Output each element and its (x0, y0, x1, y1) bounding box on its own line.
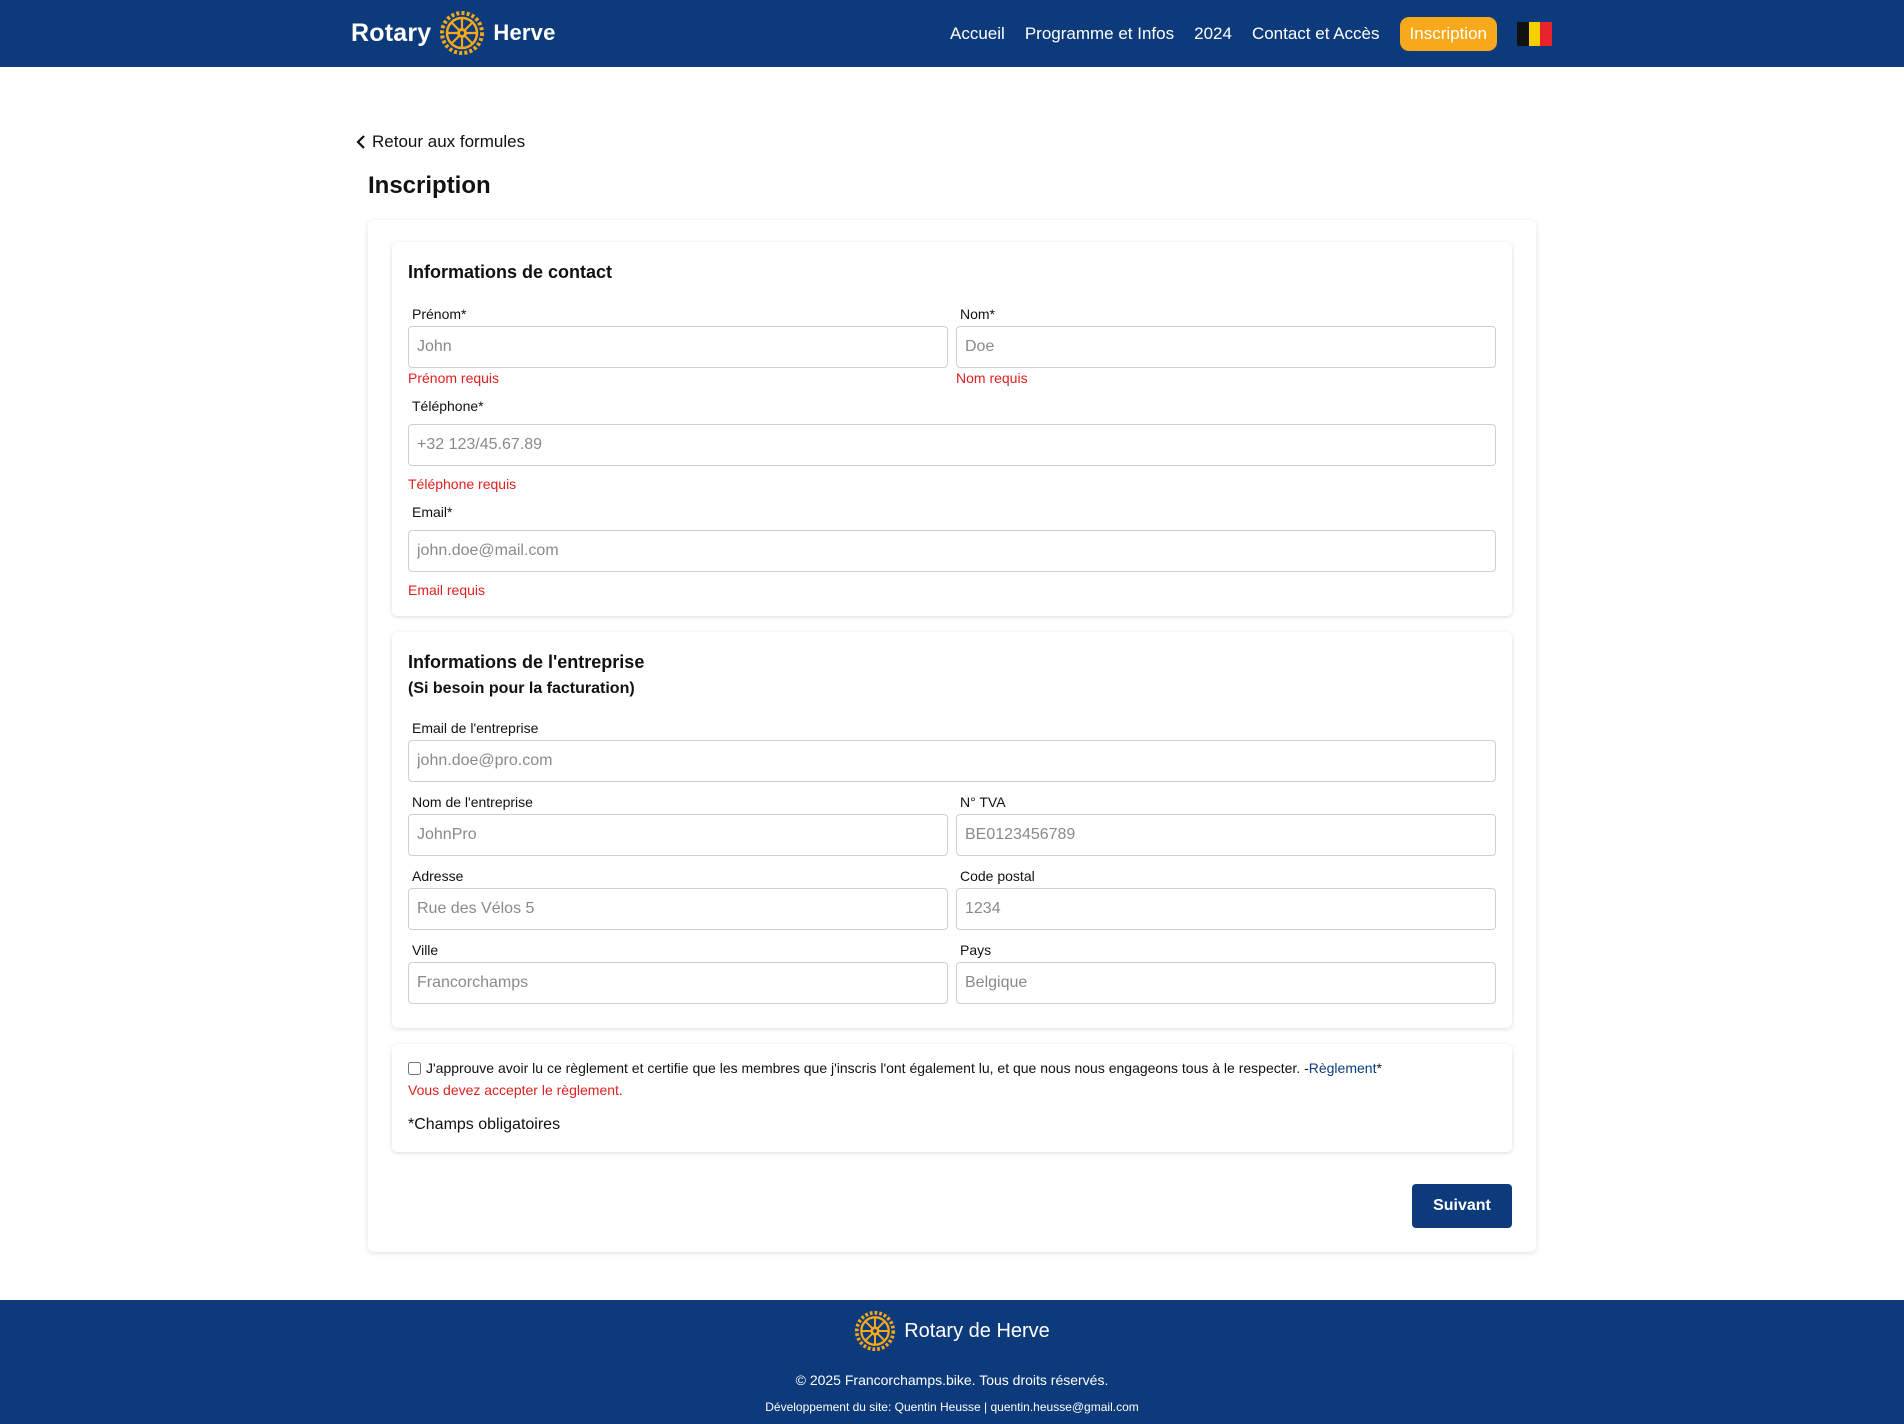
zip-input[interactable] (956, 888, 1496, 930)
nav-programme[interactable]: Programme et Infos (1025, 24, 1174, 44)
country-input[interactable] (956, 962, 1496, 1004)
company-section-subtitle: (Si besoin pour la facturation) (408, 680, 635, 697)
zip-label: Code postal (960, 868, 1035, 884)
company-email-label: Email de l'entreprise (412, 720, 539, 736)
agreement-row: J'approuve avoir lu ce règlement et cert… (408, 1060, 1382, 1076)
footer-copyright: © 2025 Francorchamps.bike. Tous droits r… (795, 1372, 1109, 1388)
top-navbar: Rotary Herve Accueil Programme et Infos … (0, 0, 1904, 67)
contact-section: Informations de contact Prénom* Prénom r… (392, 242, 1512, 616)
agreement-asterisk: * (1376, 1060, 1382, 1076)
firstname-input[interactable] (408, 326, 948, 368)
chevron-left-icon (356, 135, 365, 149)
agreement-checkbox[interactable] (408, 1061, 421, 1075)
firstname-error: Prénom requis (408, 370, 500, 386)
agreement-text: J'approuve avoir lu ce règlement et cert… (426, 1060, 1309, 1076)
phone-input[interactable] (408, 424, 1496, 466)
phone-error: Téléphone requis (408, 476, 517, 492)
city-input[interactable] (408, 962, 948, 1004)
agreement-section: J'approuve avoir lu ce règlement et cert… (392, 1044, 1512, 1152)
city-label: Ville (412, 942, 439, 958)
back-link-label: Retour aux formules (372, 132, 526, 151)
email-error: Email requis (408, 582, 486, 598)
rotary-wheel-icon (440, 11, 485, 55)
vat-input[interactable] (956, 814, 1496, 856)
email-label: Email* (412, 504, 453, 520)
page-title: Inscription (368, 172, 491, 199)
footer: Rotary de Herve © 2025 Francorchamps.bik… (0, 1300, 1904, 1424)
vat-label: N° TVA (960, 794, 1006, 810)
nav-contact[interactable]: Contact et Accès (1252, 24, 1380, 44)
company-name-input[interactable] (408, 814, 948, 856)
phone-label: Téléphone* (412, 398, 484, 414)
country-label: Pays (960, 942, 992, 958)
nav-accueil[interactable]: Accueil (950, 24, 1005, 44)
contact-section-title: Informations de contact (408, 262, 613, 282)
brand-word-right: Herve (493, 20, 556, 45)
lastname-label: Nom* (960, 306, 996, 322)
lastname-error: Nom requis (956, 370, 1028, 386)
footer-developer: Développement du site: Quentin Heusse | … (765, 1400, 1139, 1414)
agreement-error: Vous devez accepter le règlement. (408, 1082, 623, 1098)
next-button[interactable]: Suivant (1412, 1184, 1512, 1228)
nav-inscription-button[interactable]: Inscription (1399, 17, 1497, 51)
flag-stripe-yellow (1528, 22, 1541, 46)
email-input[interactable] (408, 530, 1496, 572)
brand-word-left: Rotary (351, 18, 432, 47)
flag-stripe-black (1517, 22, 1529, 46)
brand-logo[interactable]: Rotary Herve (351, 10, 556, 56)
company-email-input[interactable] (408, 740, 1496, 782)
nav-2024[interactable]: 2024 (1194, 24, 1232, 44)
main-nav: Accueil Programme et Infos 2024 Contact … (930, 17, 1553, 51)
company-section: Informations de l'entreprise (Si besoin … (392, 632, 1512, 1028)
lastname-input[interactable] (956, 326, 1496, 368)
flag-stripe-red (1540, 22, 1553, 46)
required-fields-note: *Champs obligatoires (408, 1116, 561, 1133)
footer-brand-name: Rotary de Herve (904, 1319, 1050, 1342)
back-link[interactable]: Retour aux formules (356, 132, 525, 152)
company-section-title: Informations de l'entreprise (408, 652, 645, 672)
rotary-wheel-icon (855, 1310, 896, 1352)
belgium-flag-icon[interactable] (1517, 22, 1553, 46)
address-label: Adresse (412, 868, 464, 884)
firstname-label: Prénom* (412, 306, 467, 322)
address-input[interactable] (408, 888, 948, 930)
reglement-link[interactable]: Règlement (1309, 1060, 1377, 1076)
footer-brand: Rotary de Herve (0, 1310, 1904, 1352)
company-name-label: Nom de l'entreprise (412, 794, 533, 810)
